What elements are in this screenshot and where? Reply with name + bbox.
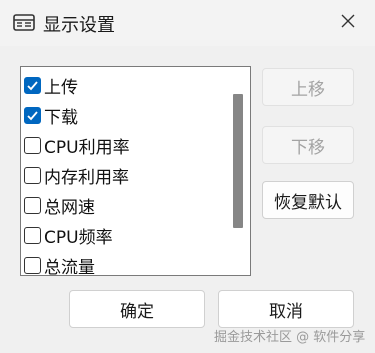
- list-item-label: 内存利用率: [44, 167, 129, 188]
- window-grid-icon: [13, 14, 35, 31]
- list-item-label: 总流量: [44, 257, 95, 276]
- close-button[interactable]: [330, 6, 366, 40]
- restore-default-button[interactable]: 恢复默认: [262, 181, 354, 219]
- checkbox-unchecked[interactable]: [24, 136, 41, 154]
- checkbox-unchecked[interactable]: [24, 226, 41, 244]
- move-down-button[interactable]: 下移: [262, 126, 354, 164]
- list-item-label: 总网速: [44, 197, 95, 218]
- scrollbar-thumb[interactable]: [233, 94, 243, 228]
- list-item-upload[interactable]: 上传: [24, 70, 78, 100]
- checkbox-unchecked[interactable]: [24, 256, 41, 274]
- list-item-total-speed[interactable]: 总网速: [24, 190, 95, 220]
- list-scrollbar[interactable]: [231, 67, 250, 275]
- watermark: 掘金技术社区 @ 软件分享: [214, 330, 366, 345]
- list-item-total-traffic[interactable]: 总流量: [24, 250, 95, 276]
- close-icon: [340, 13, 356, 33]
- list-item-label: 上传: [44, 77, 78, 98]
- list-item-label: CPU频率: [44, 227, 113, 248]
- window-title: 显示设置: [43, 15, 115, 36]
- list-item-label: 下载: [44, 107, 78, 128]
- list-item-label: CPU利用率: [44, 137, 130, 158]
- list-item-cpu-usage[interactable]: CPU利用率: [24, 130, 130, 160]
- list-item-download[interactable]: 下载: [24, 100, 78, 130]
- cancel-button[interactable]: 取消: [218, 290, 354, 328]
- title-bar: 显示设置: [0, 0, 375, 46]
- checkbox-checked[interactable]: [24, 76, 41, 94]
- list-item-memory-usage[interactable]: 内存利用率: [24, 160, 129, 190]
- move-up-button[interactable]: 上移: [262, 68, 354, 106]
- checkbox-unchecked[interactable]: [24, 196, 41, 214]
- ok-button[interactable]: 确定: [69, 290, 205, 328]
- checkbox-unchecked[interactable]: [24, 166, 41, 184]
- list-item-cpu-frequency[interactable]: CPU频率: [24, 220, 113, 250]
- display-items-listbox[interactable]: 上传 下载 CPU利用率 内存利用率 总网速 CPU频率 总流量: [20, 66, 251, 276]
- checkbox-checked[interactable]: [24, 106, 41, 124]
